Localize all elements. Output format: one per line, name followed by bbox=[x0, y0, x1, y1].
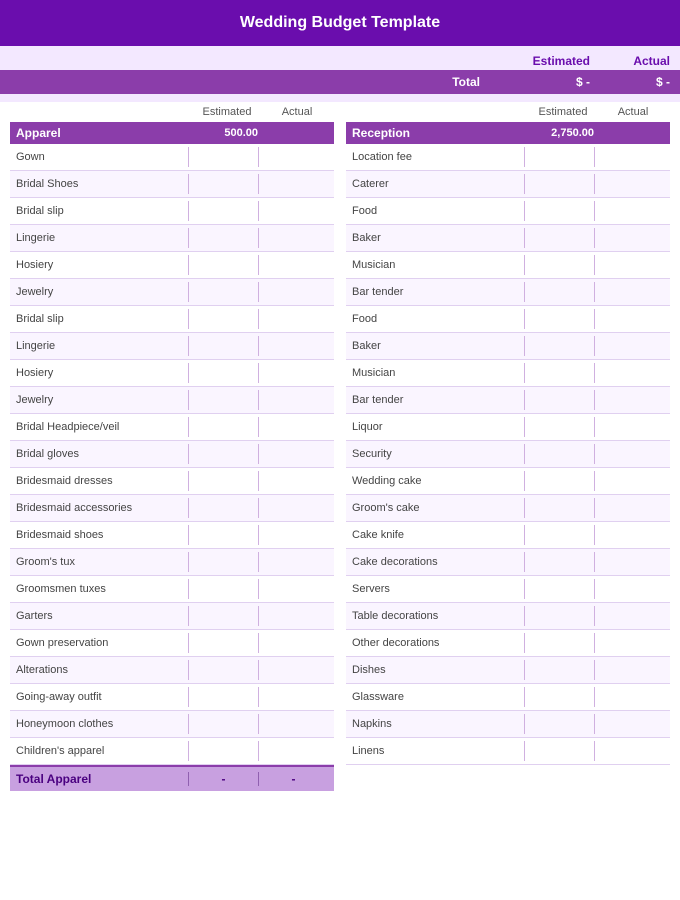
list-item-gown-preservation: Gown preservation bbox=[10, 630, 334, 657]
list-item: Bridesmaid dresses bbox=[10, 468, 334, 495]
apparel-section: Estimated Actual Apparel 500.00 Gown Bri… bbox=[8, 102, 336, 791]
list-item: Baker bbox=[346, 225, 670, 252]
total-apparel-label: Total Apparel bbox=[16, 772, 188, 786]
list-item: Bridal slip bbox=[10, 306, 334, 333]
apparel-col-headers: Estimated Actual bbox=[10, 102, 334, 122]
list-item: Jewelry bbox=[10, 279, 334, 306]
list-item: Bridesmaid accessories bbox=[10, 495, 334, 522]
list-item: Servers bbox=[346, 576, 670, 603]
total-apparel-estimated: - bbox=[188, 772, 258, 786]
apparel-category-estimated: 500.00 bbox=[188, 127, 258, 139]
apparel-category-label: Apparel bbox=[16, 126, 188, 140]
list-item: Bridal gloves bbox=[10, 441, 334, 468]
reception-category-estimated: 2,750.00 bbox=[524, 127, 594, 139]
list-item: Other decorations bbox=[346, 630, 670, 657]
list-item: Baker bbox=[346, 333, 670, 360]
reception-actual-col-header: Actual bbox=[598, 106, 668, 118]
reception-category-label: Reception bbox=[352, 126, 524, 140]
apparel-actual-col-header: Actual bbox=[262, 106, 332, 118]
list-item: Bridesmaid shoes bbox=[10, 522, 334, 549]
list-item: Groom's tux bbox=[10, 549, 334, 576]
list-item: Caterer bbox=[346, 171, 670, 198]
list-item: Bar tender bbox=[346, 279, 670, 306]
reception-estimated-col-header: Estimated bbox=[528, 106, 598, 118]
total-actual-value: $ - bbox=[590, 75, 670, 89]
total-apparel-row: Total Apparel - - bbox=[10, 765, 334, 791]
reception-category-row: Reception 2,750.00 bbox=[346, 122, 670, 144]
list-item: Lingerie bbox=[10, 333, 334, 360]
list-item: Alterations bbox=[10, 657, 334, 684]
list-item: Liquor bbox=[346, 414, 670, 441]
list-item: Cake knife bbox=[346, 522, 670, 549]
list-item: Jewelry bbox=[10, 387, 334, 414]
grand-total-row: Total $ - $ - bbox=[0, 70, 680, 94]
list-item: Hosiery bbox=[10, 360, 334, 387]
list-item: Musician bbox=[346, 252, 670, 279]
list-item: Bridal Headpiece/veil bbox=[10, 414, 334, 441]
list-item: Musician bbox=[346, 360, 670, 387]
apparel-category-row: Apparel 500.00 bbox=[10, 122, 334, 144]
list-item: Bar tender bbox=[346, 387, 670, 414]
list-item: Wedding cake bbox=[346, 468, 670, 495]
total-apparel-actual: - bbox=[258, 772, 328, 786]
list-item: Hosiery bbox=[10, 252, 334, 279]
list-item: Groomsmen tuxes bbox=[10, 576, 334, 603]
list-item: Going-away outfit bbox=[10, 684, 334, 711]
list-item: Dishes bbox=[346, 657, 670, 684]
list-item: Table decorations bbox=[346, 603, 670, 630]
actual-header: Actual bbox=[590, 54, 670, 68]
page-title: Wedding Budget Template bbox=[240, 14, 440, 31]
list-item: Garters bbox=[10, 603, 334, 630]
list-item: Napkins bbox=[346, 711, 670, 738]
total-estimated-value: $ - bbox=[490, 75, 590, 89]
list-item: Bridal Shoes bbox=[10, 171, 334, 198]
list-item: Food bbox=[346, 306, 670, 333]
list-item: Children's apparel bbox=[10, 738, 334, 765]
list-item: Security bbox=[346, 441, 670, 468]
reception-col-headers: Estimated Actual bbox=[346, 102, 670, 122]
list-item: Glassware bbox=[346, 684, 670, 711]
list-item: Groom's cake bbox=[346, 495, 670, 522]
list-item: Gown bbox=[10, 144, 334, 171]
list-item: Honeymoon clothes bbox=[10, 711, 334, 738]
list-item: Cake decorations bbox=[346, 549, 670, 576]
list-item: Lingerie bbox=[10, 225, 334, 252]
header: Wedding Budget Template bbox=[0, 0, 680, 46]
list-item: Bridal slip bbox=[10, 198, 334, 225]
list-item: Food bbox=[346, 198, 670, 225]
estimated-header: Estimated bbox=[490, 54, 590, 68]
apparel-estimated-col-header: Estimated bbox=[192, 106, 262, 118]
reception-section: Estimated Actual Reception 2,750.00 Loca… bbox=[344, 102, 672, 791]
list-item: Linens bbox=[346, 738, 670, 765]
total-label: Total bbox=[10, 75, 490, 89]
list-item: Location fee bbox=[346, 144, 670, 171]
